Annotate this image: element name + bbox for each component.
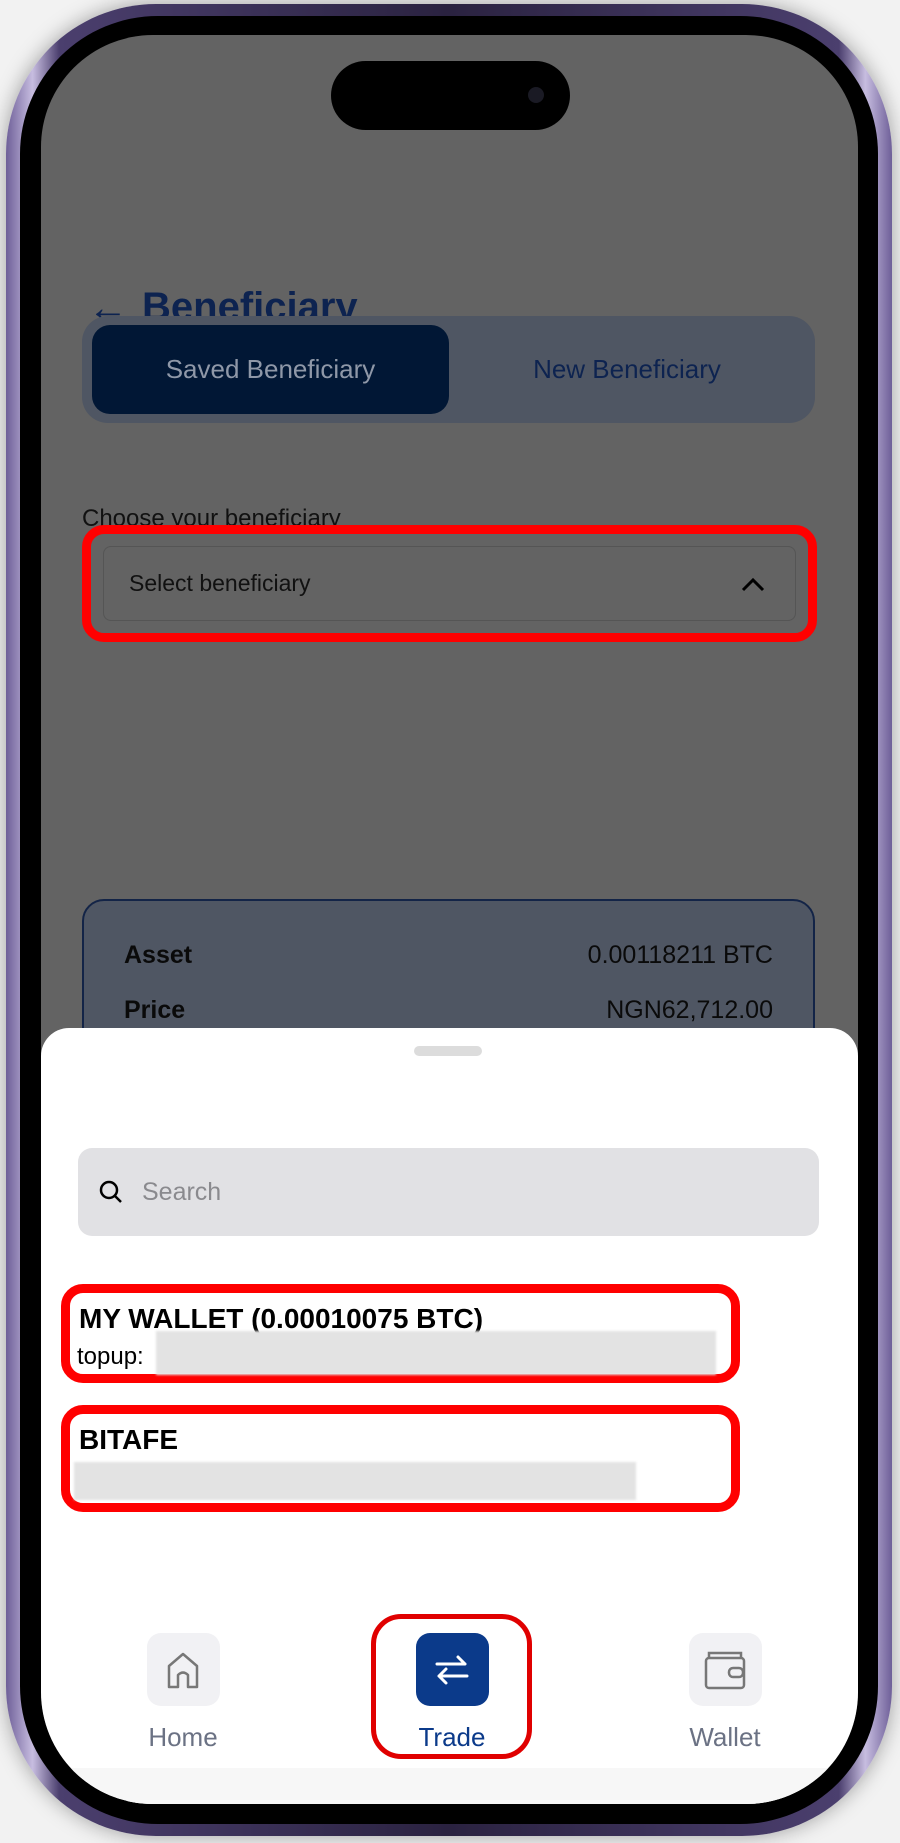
search-icon (99, 1180, 122, 1203)
wallet-icon (704, 1651, 746, 1689)
row-value: 0.00118211 BTC (587, 941, 773, 969)
highlight-dropdown: Select beneficiary (82, 525, 817, 642)
home-icon (167, 1652, 199, 1688)
trade-icon-box (415, 1633, 489, 1706)
camera-icon (528, 87, 544, 103)
nav-label: Trade (418, 1722, 486, 1752)
list-item-bitafe[interactable]: BITAFE (61, 1405, 740, 1512)
item-detail-prefix: topup: (77, 1343, 144, 1370)
row-value: NGN62,712.00 (606, 996, 773, 1024)
chevron-up-icon (741, 577, 765, 591)
search-placeholder: Search (142, 1177, 222, 1206)
beneficiary-dropdown[interactable]: Select beneficiary (103, 546, 796, 621)
summary-row-price: Price NGN62,712.00 (124, 998, 773, 1023)
nav-label: Home (148, 1722, 218, 1752)
item-name: BITAFE (79, 1424, 179, 1455)
tab-saved-beneficiary[interactable]: Saved Beneficiary (92, 325, 449, 414)
list-item-my-wallet[interactable]: MY WALLET (0.00010075 BTC) topup: (61, 1284, 740, 1383)
row-label: Asset (124, 941, 193, 969)
nav-label: Wallet (689, 1722, 761, 1752)
nav-home[interactable]: Home (118, 1633, 248, 1753)
dynamic-island (331, 61, 570, 130)
search-input[interactable]: Search (78, 1148, 819, 1236)
redacted-address (74, 1462, 636, 1500)
wallet-icon-box (688, 1633, 762, 1706)
beneficiary-tabs: Saved Beneficiary New Beneficiary (82, 316, 815, 423)
home-icon-box (146, 1633, 220, 1706)
swap-arrows-icon (435, 1655, 469, 1684)
summary-row-asset: Asset 0.00118211 BTC (124, 943, 773, 968)
nav-trade[interactable]: Trade (387, 1633, 517, 1753)
home-indicator-area (41, 1768, 858, 1804)
row-label: Price (124, 996, 186, 1024)
redacted-address (156, 1331, 716, 1375)
sheet-drag-handle[interactable] (414, 1046, 482, 1056)
dropdown-placeholder: Select beneficiary (129, 570, 311, 596)
tab-new-beneficiary[interactable]: New Beneficiary (449, 325, 805, 414)
screen: ← Beneficiary Saved Beneficiary New Bene… (41, 35, 858, 1804)
nav-wallet[interactable]: Wallet (660, 1633, 790, 1753)
